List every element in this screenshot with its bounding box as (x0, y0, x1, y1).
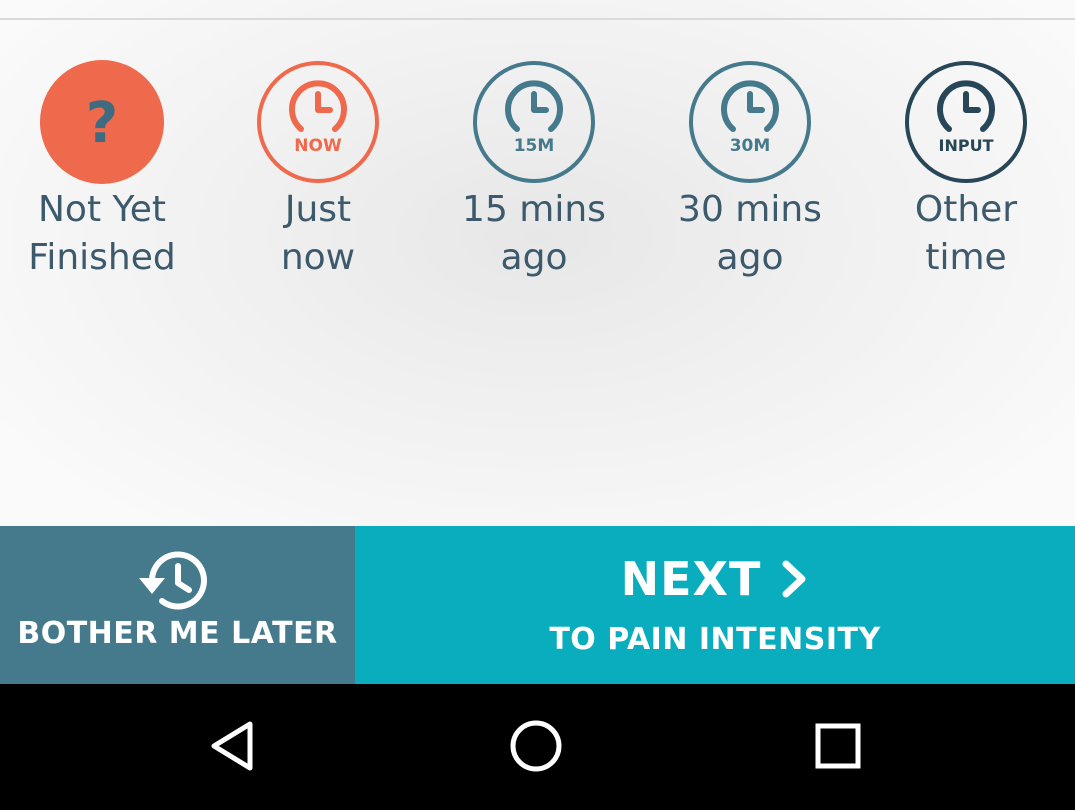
android-nav-bar (0, 684, 1075, 810)
next-title: NEXT (355, 552, 1075, 606)
history-icon (139, 551, 207, 610)
option-label: 30 mins ago (678, 189, 822, 278)
recents-icon[interactable] (808, 716, 868, 776)
question-icon: ? (40, 60, 164, 184)
option-30-mins-ago[interactable]: 30M 30 mins ago (642, 60, 858, 290)
next-label: NEXT (620, 552, 762, 606)
finish-time-options: ? Not Yet Finished NOW Just now 15M 15 m… (0, 60, 1075, 300)
content-area: ? Not Yet Finished NOW Just now 15M 15 m… (0, 0, 1075, 526)
clock-now-icon: NOW (257, 61, 379, 183)
option-label: Not Yet Finished (28, 189, 176, 278)
top-divider (0, 18, 1075, 20)
action-bar: BOTHER ME LATER NEXT TO PAIN INTENSITY (0, 526, 1075, 684)
home-icon[interactable] (506, 716, 566, 776)
chevron-right-icon (782, 560, 806, 597)
option-label: Other time (914, 189, 1018, 278)
icon-text: 15M (514, 136, 555, 156)
icon-text: 30M (730, 136, 771, 156)
clock-15m-icon: 15M (473, 61, 595, 183)
option-label: 15 mins ago (462, 189, 606, 278)
option-label: Just now (280, 189, 356, 278)
next-button[interactable]: NEXT TO PAIN INTENSITY (355, 526, 1075, 684)
clock-input-icon: INPUT (905, 61, 1027, 183)
clock-30m-icon: 30M (689, 61, 811, 183)
option-15-mins-ago[interactable]: 15M 15 mins ago (426, 60, 642, 290)
question-mark: ? (86, 91, 118, 156)
back-icon[interactable] (204, 716, 264, 776)
bother-me-later-label: BOTHER ME LATER (17, 616, 338, 651)
option-just-now[interactable]: NOW Just now (210, 60, 426, 290)
icon-text: NOW (294, 136, 342, 156)
option-other-time[interactable]: INPUT Other time (858, 60, 1074, 290)
bother-me-later-button[interactable]: BOTHER ME LATER (0, 526, 355, 684)
next-sublabel: TO PAIN INTENSITY (549, 622, 881, 657)
option-not-yet-finished[interactable]: ? Not Yet Finished (0, 60, 210, 290)
icon-text: INPUT (939, 136, 994, 155)
